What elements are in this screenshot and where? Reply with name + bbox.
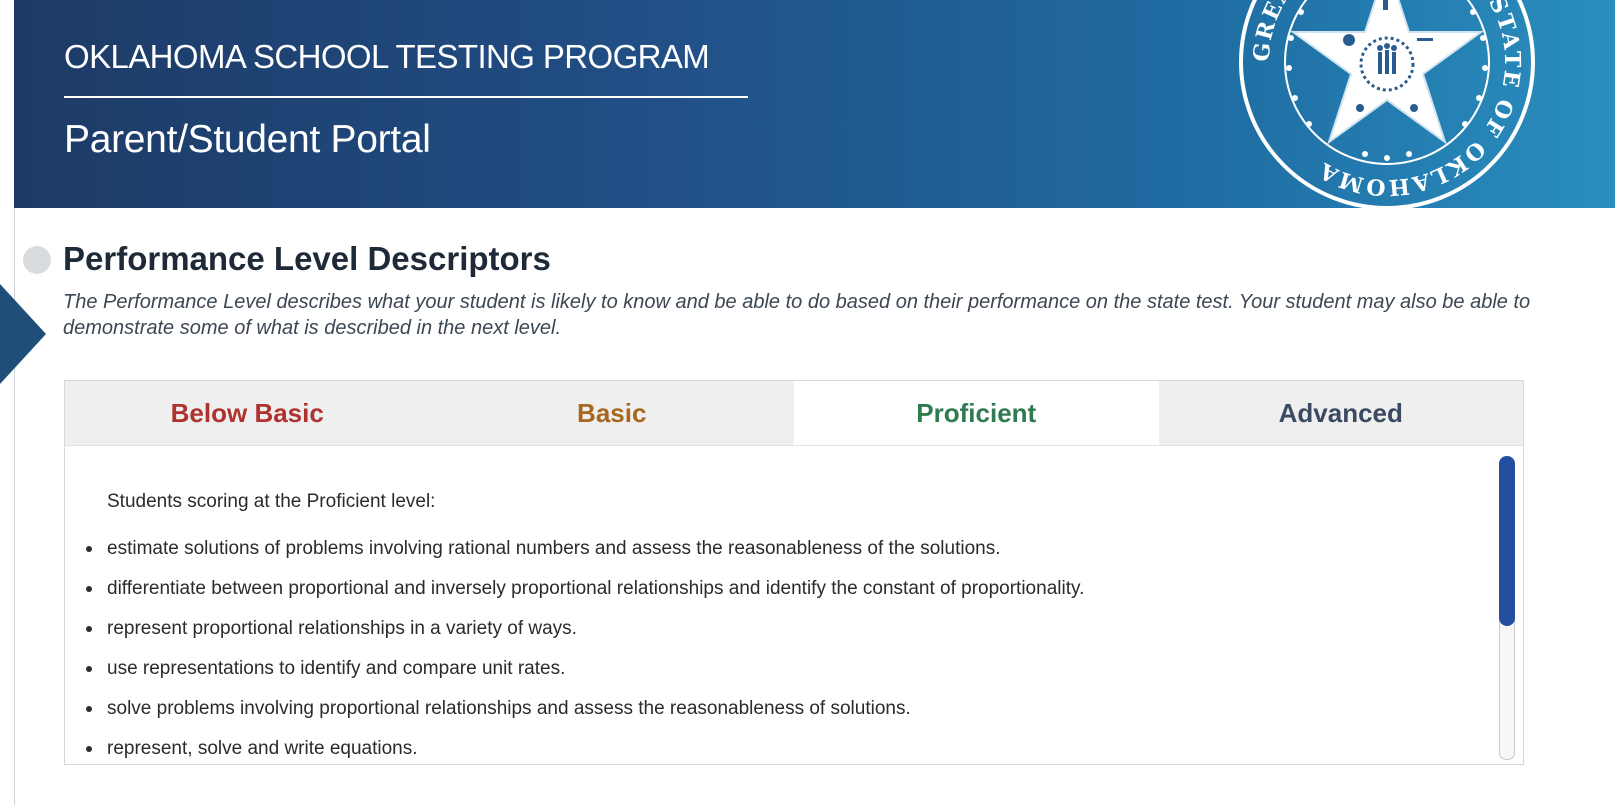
tab-below-basic[interactable]: Below Basic [65,381,430,445]
level-tabs: Below Basic Basic Proficient Advanced [65,381,1523,446]
portal-title: Parent/Student Portal [64,118,431,161]
tab-basic[interactable]: Basic [430,381,795,445]
header-divider [64,96,748,98]
section-title: Performance Level Descriptors [63,240,551,277]
program-title: OKLAHOMA SCHOOL TESTING PROGRAM [64,38,710,75]
pointer-arrow-icon [0,284,46,384]
scrollbar-thumb[interactable] [1499,456,1515,626]
level-description-body: Students scoring at the Proficient level… [65,446,1523,764]
performance-level-panel: Below Basic Basic Proficient Advanced St… [64,380,1524,765]
state-seal-logo: GREAT SEAL OF THE STATE OF OKLAHOMA [1237,0,1537,208]
descriptor-item: solve problems involving proportional re… [65,689,1084,729]
tab-advanced[interactable]: Advanced [1159,381,1524,445]
descriptor-item: differentiate between proportional and i… [65,569,1084,609]
descriptor-item: represent, solve and write equations. [65,729,1084,764]
descriptor-item: estimate solutions of problems involving… [65,529,1084,569]
panel-scrollbar[interactable] [1499,456,1515,760]
tab-proficient[interactable]: Proficient [794,381,1159,445]
level-intro: Students scoring at the Proficient level… [107,491,436,512]
section-description: The Performance Level describes what you… [63,291,1531,339]
site-header: OKLAHOMA SCHOOL TESTING PROGRAM Parent/S… [14,0,1615,208]
section-bullet-dot [23,246,51,274]
level-descriptor-list: estimate solutions of problems involving… [65,529,1084,764]
descriptor-item: use representations to identify and comp… [65,649,1084,689]
descriptor-item: represent proportional relationships in … [65,609,1084,649]
